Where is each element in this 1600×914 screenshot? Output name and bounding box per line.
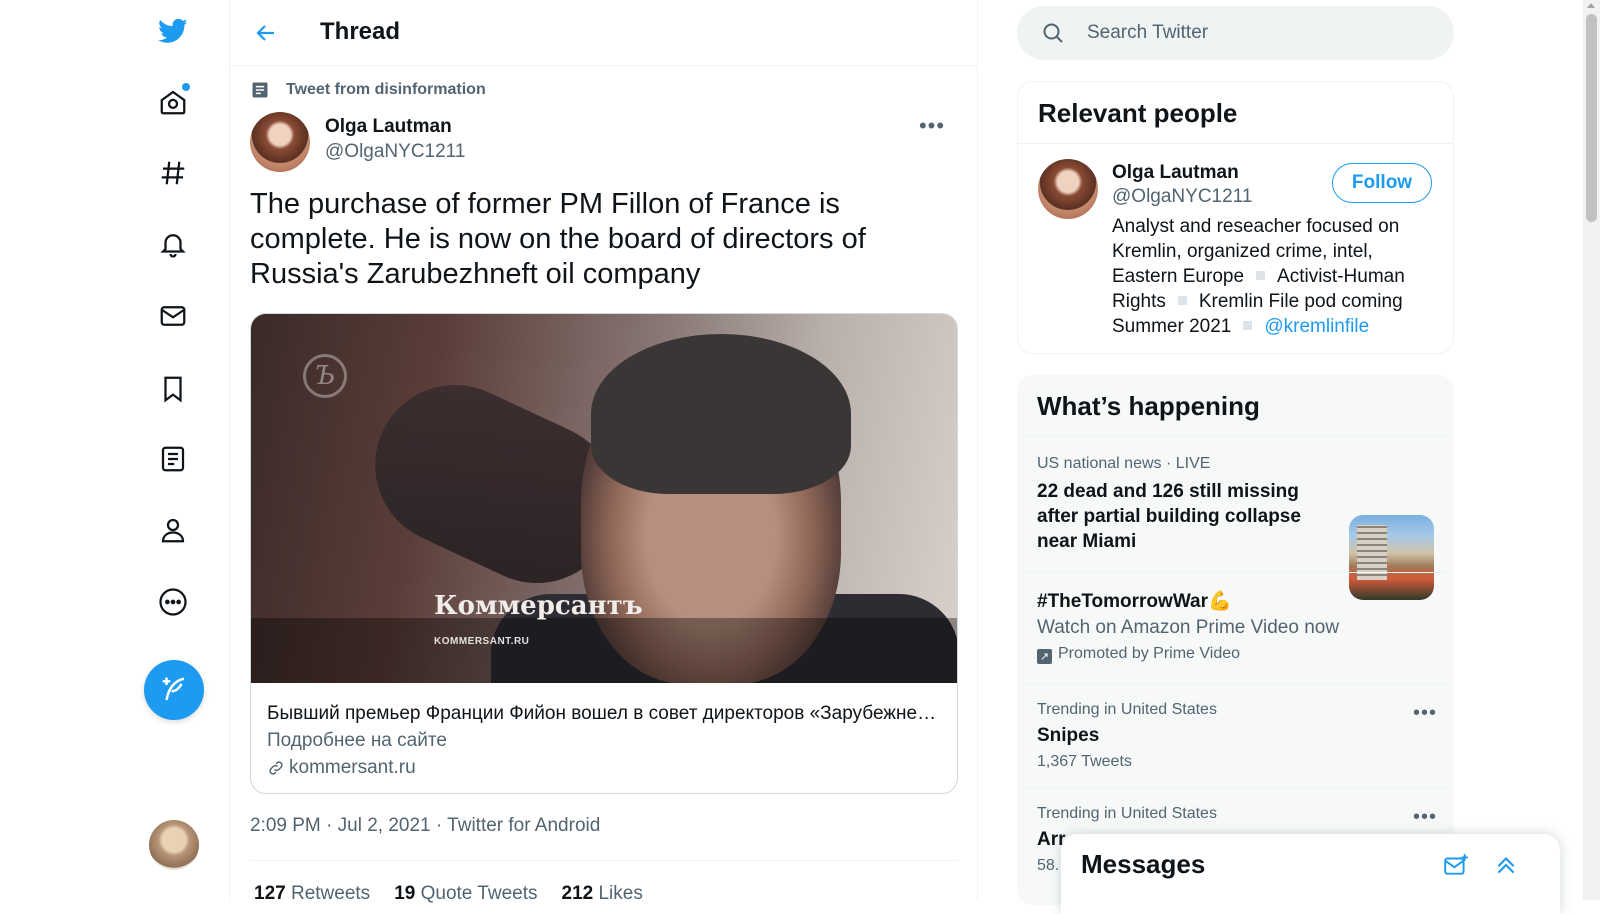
- lists-icon[interactable]: [144, 430, 202, 488]
- retweets-stat[interactable]: 127 Retweets: [254, 883, 370, 905]
- trend-tweet-count: 1,367 Tweets: [1037, 753, 1132, 770]
- trend-meta: US national news · LIVE: [1037, 455, 1211, 472]
- tweet-more-icon[interactable]: •••: [914, 112, 950, 140]
- divider: [1018, 143, 1453, 144]
- trend-item[interactable]: US national news · LIVE 22 dead and 126 …: [1017, 436, 1454, 600]
- tweet-meta: 2:09 PM · Jul 2, 2021 · Twitter for Andr…: [250, 815, 600, 837]
- relevant-people-panel: Relevant people Olga Lautman @OlgaNYC121…: [1017, 81, 1454, 354]
- tweet-context: Tweet from disinformation: [250, 80, 486, 100]
- page-title: Thread: [320, 18, 401, 45]
- card-image-brand: Коммерсантъ: [434, 591, 643, 621]
- messages-title: Messages: [1081, 849, 1206, 879]
- twitter-logo-icon[interactable]: [144, 2, 202, 60]
- trend-meta: Trending in United States: [1037, 805, 1217, 822]
- back-arrow-icon[interactable]: [246, 13, 286, 53]
- trend-meta: Trending in United States: [1037, 701, 1217, 718]
- trend-title: Snipes: [1037, 725, 1100, 746]
- card-image-brand-url: KOMMERSANT.RU: [434, 636, 530, 647]
- notification-dot: [182, 83, 190, 91]
- card-description: Подробнее на сайте: [267, 730, 447, 751]
- chevron-double-up-icon[interactable]: [1489, 848, 1523, 882]
- trend-subtitle: Watch on Amazon Prime Video now: [1037, 617, 1340, 638]
- more-circle-icon[interactable]: [144, 573, 202, 631]
- author-handle[interactable]: @OlgaNYC1211: [325, 141, 465, 163]
- person-name[interactable]: Olga Lautman: [1112, 162, 1239, 184]
- relevant-people-title: Relevant people: [1038, 98, 1238, 128]
- trend-tweet-count: 58.: [1037, 857, 1060, 874]
- bio-mention-link[interactable]: @kremlinfile: [1264, 316, 1369, 337]
- new-message-icon[interactable]: [1439, 848, 1473, 882]
- trend-title: #TheTomorrowWar💪: [1037, 591, 1232, 612]
- home-icon[interactable]: [144, 73, 202, 131]
- search-icon: [1043, 23, 1063, 43]
- compose-tweet-button[interactable]: [144, 660, 204, 720]
- thread-header: Thread: [230, 0, 978, 66]
- messages-drawer[interactable]: Messages: [1061, 834, 1560, 914]
- link-card[interactable]: Ъ Коммерсантъ KOMMERSANT.RU Бывший премь…: [250, 313, 958, 794]
- person-handle[interactable]: @OlgaNYC1211: [1112, 186, 1252, 208]
- promoted-arrow-icon: ↗: [1037, 649, 1052, 664]
- tweet-time[interactable]: 2:09 PM: [250, 815, 321, 836]
- main-column: Thread Tweet from disinformation Olga La…: [230, 0, 978, 904]
- trend-more-icon[interactable]: •••: [1410, 702, 1440, 724]
- card-title: Бывший премьер Франции Фийон вошел в сов…: [267, 703, 939, 724]
- scroll-up-arrow-icon[interactable]: [1587, 3, 1595, 8]
- whats-happening-panel: What’s happening US national news · LIVE…: [1017, 375, 1454, 905]
- trend-item[interactable]: Trending in United States Snipes 1,367 T…: [1017, 684, 1454, 788]
- bookmarks-icon[interactable]: [144, 360, 202, 418]
- context-label[interactable]: Tweet from disinformation: [286, 81, 486, 99]
- promoted-label: ↗ Promoted by Prime Video: [1037, 645, 1240, 664]
- trend-title: 22 dead and 126 still missing after part…: [1037, 481, 1301, 552]
- person-avatar[interactable]: [1038, 159, 1098, 219]
- explore-hashtag-icon[interactable]: [144, 144, 202, 202]
- card-domain-text: kommersant.ru: [289, 757, 416, 778]
- tweet-stats: 127 Retweets 19 Quote Tweets 212 Likes: [254, 883, 643, 905]
- profile-icon[interactable]: [144, 501, 202, 559]
- quote-tweets-stat[interactable]: 19 Quote Tweets: [394, 883, 537, 905]
- divider: [250, 860, 958, 861]
- likes-stat[interactable]: 212 Likes: [562, 883, 643, 905]
- link-icon: [269, 761, 283, 775]
- meta-separator: ·: [435, 815, 443, 836]
- author-avatar[interactable]: [250, 112, 310, 172]
- scrollbar[interactable]: [1583, 0, 1600, 900]
- card-domain: kommersant.ru: [267, 757, 416, 779]
- whats-happening-title: What’s happening: [1037, 391, 1260, 421]
- trend-more-icon[interactable]: •••: [1410, 806, 1440, 828]
- messages-envelope-icon[interactable]: [144, 287, 202, 345]
- tweet-text: The purchase of former PM Fillon of Fran…: [250, 188, 866, 290]
- feather-plus-icon: [162, 677, 185, 701]
- scroll-thumb[interactable]: [1586, 14, 1597, 222]
- notifications-bell-icon[interactable]: [144, 215, 202, 273]
- left-nav: [0, 0, 230, 900]
- tweet-source[interactable]: Twitter for Android: [447, 815, 600, 836]
- tweet-date[interactable]: Jul 2, 2021: [338, 815, 431, 836]
- search-input[interactable]: [1087, 22, 1427, 44]
- meta-separator: ·: [326, 815, 333, 836]
- trend-item-promoted[interactable]: #TheTomorrowWar💪 Watch on Amazon Prime V…: [1017, 572, 1454, 684]
- topic-list-icon: [252, 82, 268, 98]
- follow-button[interactable]: Follow: [1332, 163, 1432, 203]
- kommersant-logo-icon: Ъ: [303, 354, 347, 398]
- person-bio: Analyst and reseacher focused on Kremlin…: [1112, 216, 1405, 337]
- card-image: Ъ Коммерсантъ KOMMERSANT.RU: [251, 314, 957, 683]
- search-box[interactable]: [1017, 6, 1454, 60]
- author-name[interactable]: Olga Lautman: [325, 116, 452, 138]
- account-avatar[interactable]: [149, 820, 199, 870]
